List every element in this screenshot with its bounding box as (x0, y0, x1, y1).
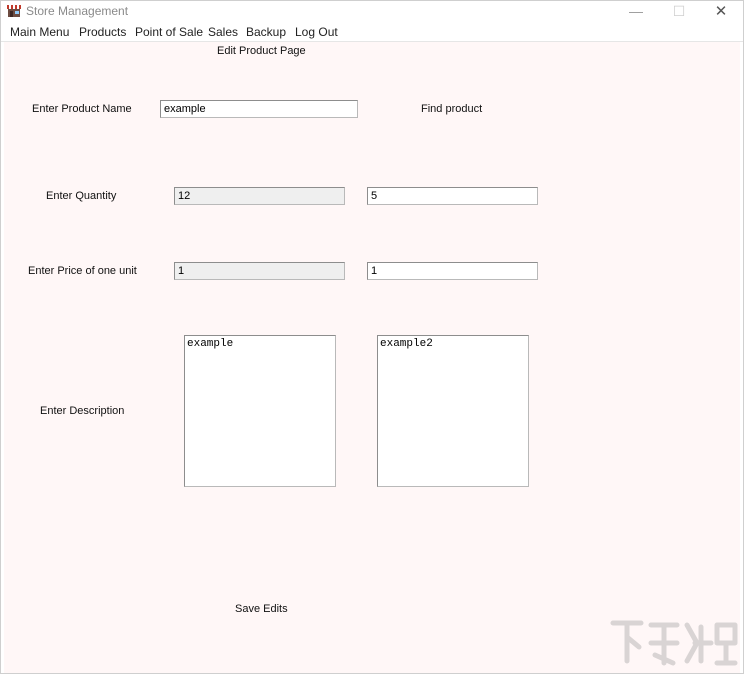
menu-bar: Main Menu Products Point of Sale Sales B… (1, 23, 743, 42)
save-edits-button[interactable]: Save Edits (235, 603, 288, 615)
minimize-button[interactable]: — (613, 1, 659, 22)
app-window: Store Management — ☐ ✕ Main Menu Product… (0, 0, 744, 674)
watermark-logo (610, 620, 738, 666)
menu-log-out[interactable]: Log Out (295, 25, 338, 39)
menu-backup[interactable]: Backup (246, 25, 286, 39)
menu-products[interactable]: Products (79, 25, 126, 39)
price-new-input[interactable]: 1 (367, 262, 538, 280)
page-title: Edit Product Page (217, 45, 306, 57)
quantity-current-field: 12 (174, 187, 345, 205)
product-name-input[interactable]: example (160, 100, 358, 118)
menu-main-menu[interactable]: Main Menu (10, 25, 69, 39)
price-current-field: 1 (174, 262, 345, 280)
description-new-textarea[interactable]: example2 (377, 335, 529, 487)
window-title: Store Management (26, 4, 129, 18)
edit-product-panel: Edit Product Page Enter Product Name exa… (4, 42, 740, 673)
store-awning-icon (7, 5, 21, 17)
title-bar: Store Management — ☐ ✕ (1, 1, 743, 22)
description-label: Enter Description (40, 405, 125, 417)
description-current-textarea: example (184, 335, 336, 487)
quantity-new-input[interactable]: 5 (367, 187, 538, 205)
close-button[interactable]: ✕ (698, 1, 744, 22)
menu-point-of-sale[interactable]: Point of Sale (135, 25, 203, 39)
product-name-label: Enter Product Name (32, 103, 132, 115)
quantity-label: Enter Quantity (46, 190, 117, 202)
find-product-button[interactable]: Find product (421, 103, 482, 115)
price-label: Enter Price of one unit (28, 265, 137, 277)
menu-sales[interactable]: Sales (208, 25, 238, 39)
maximize-button[interactable]: ☐ (656, 1, 702, 22)
